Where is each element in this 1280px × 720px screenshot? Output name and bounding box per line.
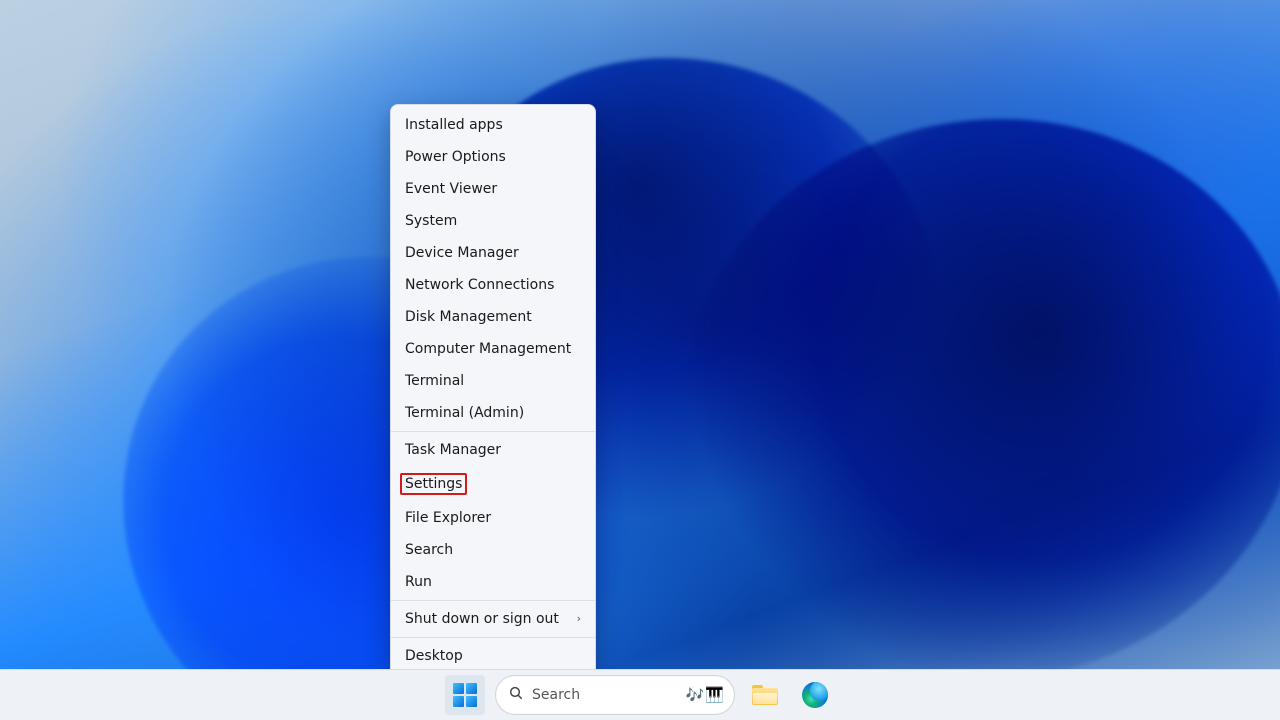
menu-item-label: Terminal	[405, 373, 464, 389]
menu-separator	[391, 600, 595, 601]
menu-item-label: System	[405, 213, 457, 229]
folder-icon	[752, 685, 778, 705]
menu-item-task-manager[interactable]: Task Manager	[391, 434, 595, 466]
edge-button[interactable]	[795, 675, 835, 715]
windows-logo-icon	[453, 683, 477, 707]
menu-item-label: Computer Management	[405, 341, 571, 357]
menu-item-label: Search	[405, 542, 453, 558]
menu-item-label: Settings	[405, 476, 462, 492]
chevron-right-icon: ›	[577, 610, 581, 628]
menu-item-desktop[interactable]: Desktop	[391, 640, 595, 672]
taskbar-search[interactable]: Search 🎶 🎹	[495, 675, 735, 715]
menu-item-shut-down-sign-out[interactable]: Shut down or sign out ›	[391, 603, 595, 635]
menu-item-terminal[interactable]: Terminal	[391, 365, 595, 397]
menu-item-label: Disk Management	[405, 309, 532, 325]
menu-separator	[391, 637, 595, 638]
menu-item-label: Shut down or sign out	[405, 611, 559, 627]
search-highlight-icons: 🎶 🎹	[686, 686, 724, 704]
menu-item-label: Network Connections	[405, 277, 554, 293]
menu-item-label: Installed apps	[405, 117, 503, 133]
menu-item-label: Desktop	[405, 648, 463, 664]
taskbar: Search 🎶 🎹	[0, 669, 1280, 720]
menu-item-power-options[interactable]: Power Options	[391, 141, 595, 173]
search-icon	[508, 685, 524, 705]
menu-item-computer-management[interactable]: Computer Management	[391, 333, 595, 365]
menu-item-installed-apps[interactable]: Installed apps	[391, 109, 595, 141]
menu-item-run[interactable]: Run	[391, 566, 595, 598]
menu-item-label: Run	[405, 574, 432, 590]
menu-item-event-viewer[interactable]: Event Viewer	[391, 173, 595, 205]
music-notes-icon: 🎶	[686, 686, 705, 704]
menu-item-network-connections[interactable]: Network Connections	[391, 269, 595, 301]
menu-item-disk-management[interactable]: Disk Management	[391, 301, 595, 333]
menu-item-terminal-admin[interactable]: Terminal (Admin)	[391, 397, 595, 429]
start-button[interactable]	[445, 675, 485, 715]
power-user-menu[interactable]: Installed apps Power Options Event Viewer S…	[390, 104, 596, 677]
piano-icon: 🎹	[705, 686, 724, 704]
menu-item-label: Task Manager	[405, 442, 501, 458]
menu-item-system[interactable]: System	[391, 205, 595, 237]
menu-item-label: Device Manager	[405, 245, 519, 261]
menu-item-label: Event Viewer	[405, 181, 497, 197]
menu-item-label: Power Options	[405, 149, 506, 165]
menu-item-device-manager[interactable]: Device Manager	[391, 237, 595, 269]
menu-item-label: File Explorer	[405, 510, 491, 526]
menu-item-file-explorer[interactable]: File Explorer	[391, 502, 595, 534]
search-placeholder: Search	[532, 687, 678, 703]
file-explorer-button[interactable]	[745, 675, 785, 715]
menu-separator	[391, 431, 595, 432]
edge-icon	[802, 682, 828, 708]
menu-item-settings[interactable]: Settings	[391, 466, 595, 502]
menu-item-label: Terminal (Admin)	[405, 405, 524, 421]
desktop-wallpaper	[0, 0, 1280, 720]
menu-item-search[interactable]: Search	[391, 534, 595, 566]
